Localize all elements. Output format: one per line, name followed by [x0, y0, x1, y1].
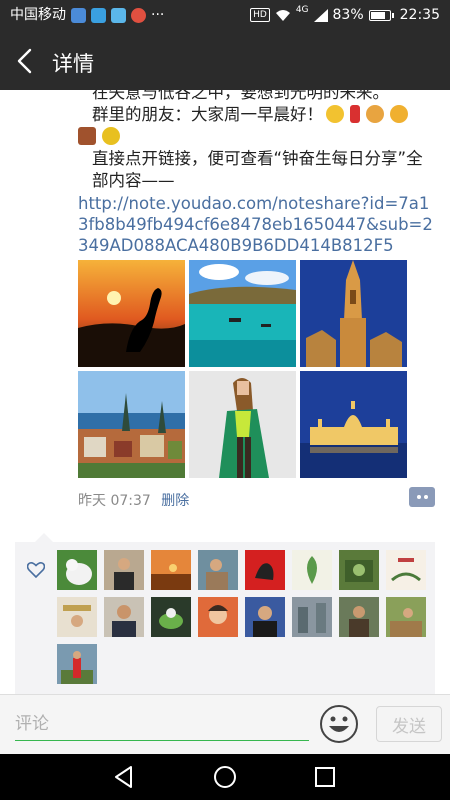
- likes-panel: [15, 533, 437, 694]
- avatar[interactable]: [104, 550, 144, 590]
- post-meta: 昨天 07:37 删除: [78, 490, 189, 510]
- avatar[interactable]: [292, 550, 332, 590]
- more-notifications-dots: ···: [151, 7, 165, 23]
- status-bar: 中国移动 ··· HD 4G 83% 22:35: [0, 0, 450, 32]
- cheer-emoji-icon: [102, 127, 120, 145]
- shared-link[interactable]: http://note.youdao.com/noteshare?id=7a13…: [78, 193, 438, 256]
- avatar[interactable]: [245, 597, 285, 637]
- rose-emoji-icon: [350, 105, 360, 123]
- coffee-emoji-icon: [78, 127, 96, 145]
- avatar[interactable]: [57, 550, 97, 590]
- emoji-button-icon[interactable]: [319, 704, 359, 744]
- send-button[interactable]: 发送: [376, 706, 442, 742]
- handshake-emoji-icon: [366, 105, 384, 123]
- photo-thumbnail[interactable]: [300, 371, 407, 478]
- nav-back-icon[interactable]: [111, 764, 137, 790]
- post-detail: 在失意与低谷之中，要想到光明的未来。 群里的朋友：大家周一早晨好！ 直接点开链接…: [0, 90, 450, 694]
- avatar[interactable]: [245, 550, 285, 590]
- network-label: 4G: [295, 5, 309, 15]
- photo-thumbnail[interactable]: [78, 371, 185, 478]
- comment-bar: 发送: [0, 694, 450, 754]
- avatar[interactable]: [151, 597, 191, 637]
- title-bar: 详情: [0, 32, 450, 90]
- comment-more-button[interactable]: [409, 487, 435, 507]
- app-notification-icon: [91, 7, 106, 23]
- battery-percent: 83%: [332, 7, 364, 23]
- delete-link[interactable]: 删除: [161, 493, 189, 509]
- avatar[interactable]: [57, 597, 97, 637]
- back-arrow-icon[interactable]: [12, 46, 40, 76]
- photo-thumbnail[interactable]: [300, 260, 407, 367]
- post-text-line: 直接点开链接，便可查看“钟奋生每日分享”全部内容——: [92, 149, 423, 190]
- avatar[interactable]: [386, 597, 426, 637]
- avatar[interactable]: [104, 597, 144, 637]
- photo-thumbnail[interactable]: [189, 371, 296, 478]
- photo-grid: [78, 260, 408, 478]
- photo-thumbnail[interactable]: [189, 260, 296, 367]
- app-notification-icon: [71, 7, 86, 23]
- nav-home-icon[interactable]: [212, 764, 238, 790]
- wifi-icon: [275, 9, 290, 21]
- avatar[interactable]: [339, 550, 379, 590]
- post-body: 在失意与低谷之中，要想到光明的未来。 群里的朋友：大家周一早晨好！ 直接点开链接…: [78, 90, 438, 256]
- comment-input[interactable]: [15, 707, 309, 741]
- avatar[interactable]: [292, 597, 332, 637]
- page-title: 详情: [52, 52, 94, 76]
- nav-recents-icon[interactable]: [312, 764, 338, 790]
- smile-emoji-icon: [326, 105, 344, 123]
- avatar[interactable]: [198, 550, 238, 590]
- post-time: 昨天 07:37: [78, 493, 151, 509]
- avatar[interactable]: [386, 550, 426, 590]
- photo-thumbnail[interactable]: [78, 260, 185, 367]
- liker-avatars: [57, 550, 437, 684]
- avatar[interactable]: [198, 597, 238, 637]
- system-navigation-bar: [0, 754, 450, 800]
- app-notification-icon: [131, 7, 146, 23]
- hd-badge: HD: [250, 8, 270, 22]
- post-text-line: 在失意与低谷之中，要想到光明的未来。: [92, 90, 389, 102]
- avatar[interactable]: [151, 550, 191, 590]
- app-notification-icon: [111, 7, 126, 23]
- avatar[interactable]: [57, 644, 97, 684]
- avatar[interactable]: [339, 597, 379, 637]
- battery-icon: [368, 9, 394, 21]
- clock: 22:35: [399, 7, 440, 23]
- post-text-line: 群里的朋友：大家周一早晨好！: [78, 104, 438, 126]
- post-text-line: [78, 126, 438, 148]
- signal-icon: [313, 8, 328, 22]
- heart-icon: [27, 562, 45, 578]
- greeting-text: 群里的朋友：大家周一早晨好！: [92, 105, 323, 124]
- carrier-label: 中国移动: [10, 7, 66, 23]
- pray-emoji-icon: [390, 105, 408, 123]
